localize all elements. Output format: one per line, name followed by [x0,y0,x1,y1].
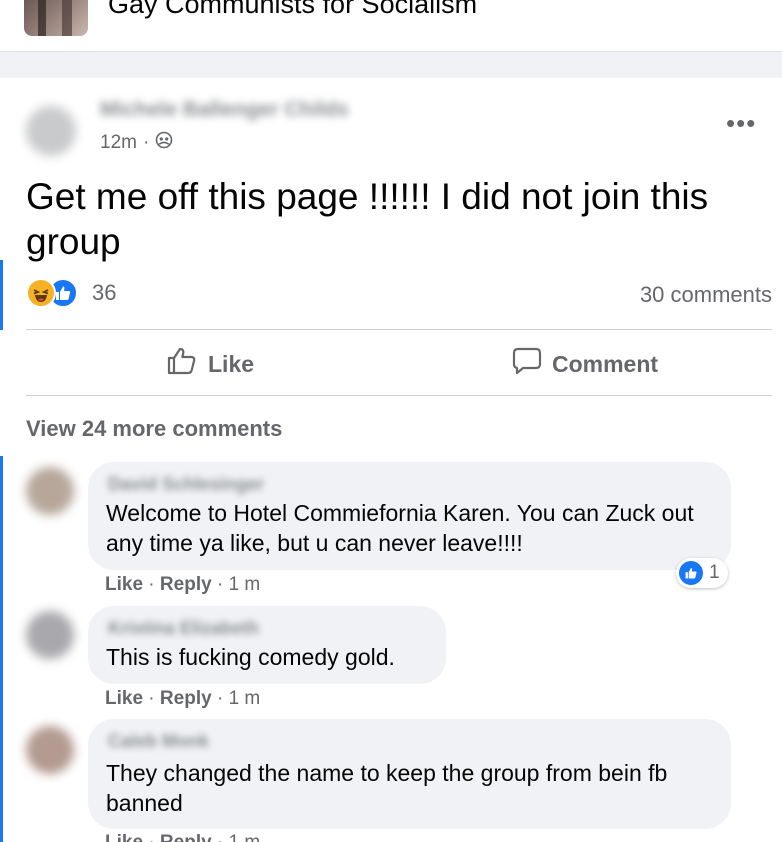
author-avatar[interactable] [26,106,76,156]
comment-reply-button[interactable]: Reply [160,574,212,595]
haha-reaction-icon [26,278,56,308]
comment-actions: Like · Reply · 1 m [105,574,261,595]
comment-reaction-count: 1 [709,562,720,583]
post-meta: 12m · [100,131,173,155]
thumbs-up-icon [166,346,198,382]
comment-time[interactable]: 1 m [229,688,261,709]
comment-button[interactable]: Comment [512,346,658,382]
group-name[interactable]: Gay Communists for Socialism [108,0,477,20]
post-timestamp[interactable]: 12m [100,132,137,154]
comment-time[interactable]: 1 m [229,574,261,595]
like-label: Like [208,350,255,377]
comment-icon [512,346,542,382]
commenter-avatar[interactable] [26,726,74,774]
like-button[interactable]: Like [166,346,254,382]
comments-accent-bar [0,456,3,842]
comment-actions: Like · Reply · 1 m [105,832,260,842]
post-card: Michele Ballenger Childs 12m · ••• Get m… [0,78,782,842]
comment-label: Comment [552,350,659,377]
comment-reply-button[interactable]: Reply [160,688,212,709]
reaction-count: 36 [92,280,117,305]
more-options-icon[interactable]: ••• [726,110,756,136]
comment-like-button[interactable]: Like [105,574,143,595]
reaction-summary[interactable]: 36 [26,278,116,308]
comment-reaction[interactable]: 1 [676,558,728,588]
commenter-avatar[interactable] [26,467,74,515]
comment-text: This is fucking comedy gold. [106,644,395,670]
divider [26,395,772,396]
post-accent-bar [0,260,3,330]
comment-author[interactable]: David Schlesinger [108,474,264,495]
meta-separator: · [142,132,150,153]
comment-bubble: David Schlesinger Welcome to Hotel Commi… [88,462,731,570]
divider [26,329,772,330]
group-thumbnail[interactable] [24,0,88,36]
comment-time[interactable]: 1 m [229,832,261,842]
comment-reply-button[interactable]: Reply [160,832,212,842]
comment-like-button[interactable]: Like [105,832,143,842]
comment-author[interactable]: Caleb Monk [108,731,209,752]
comment-like-button[interactable]: Like [105,688,143,709]
commenter-avatar[interactable] [26,611,74,659]
comment-text: Welcome to Hotel Commiefornia Karen. You… [106,500,694,556]
post-text: Get me off this page !!!!!! I did not jo… [26,176,709,262]
comment-bubble: Caleb Monk They changed the name to keep… [88,719,731,829]
comments-count[interactable]: 30 comments [640,282,772,308]
comment-author[interactable]: Kristina Elizabeth [108,618,259,639]
members-privacy-icon [155,131,173,155]
like-reaction-icon [679,561,703,585]
comment-actions: Like · Reply · 1 m [105,688,261,709]
view-more-comments[interactable]: View 24 more comments [26,416,282,442]
group-header: Gay Communists for Socialism [0,0,782,52]
comment-bubble: Kristina Elizabeth This is fucking comed… [88,606,446,684]
author-name[interactable]: Michele Ballenger Childs [100,98,349,122]
comment-text: They changed the name to keep the group … [106,760,668,816]
